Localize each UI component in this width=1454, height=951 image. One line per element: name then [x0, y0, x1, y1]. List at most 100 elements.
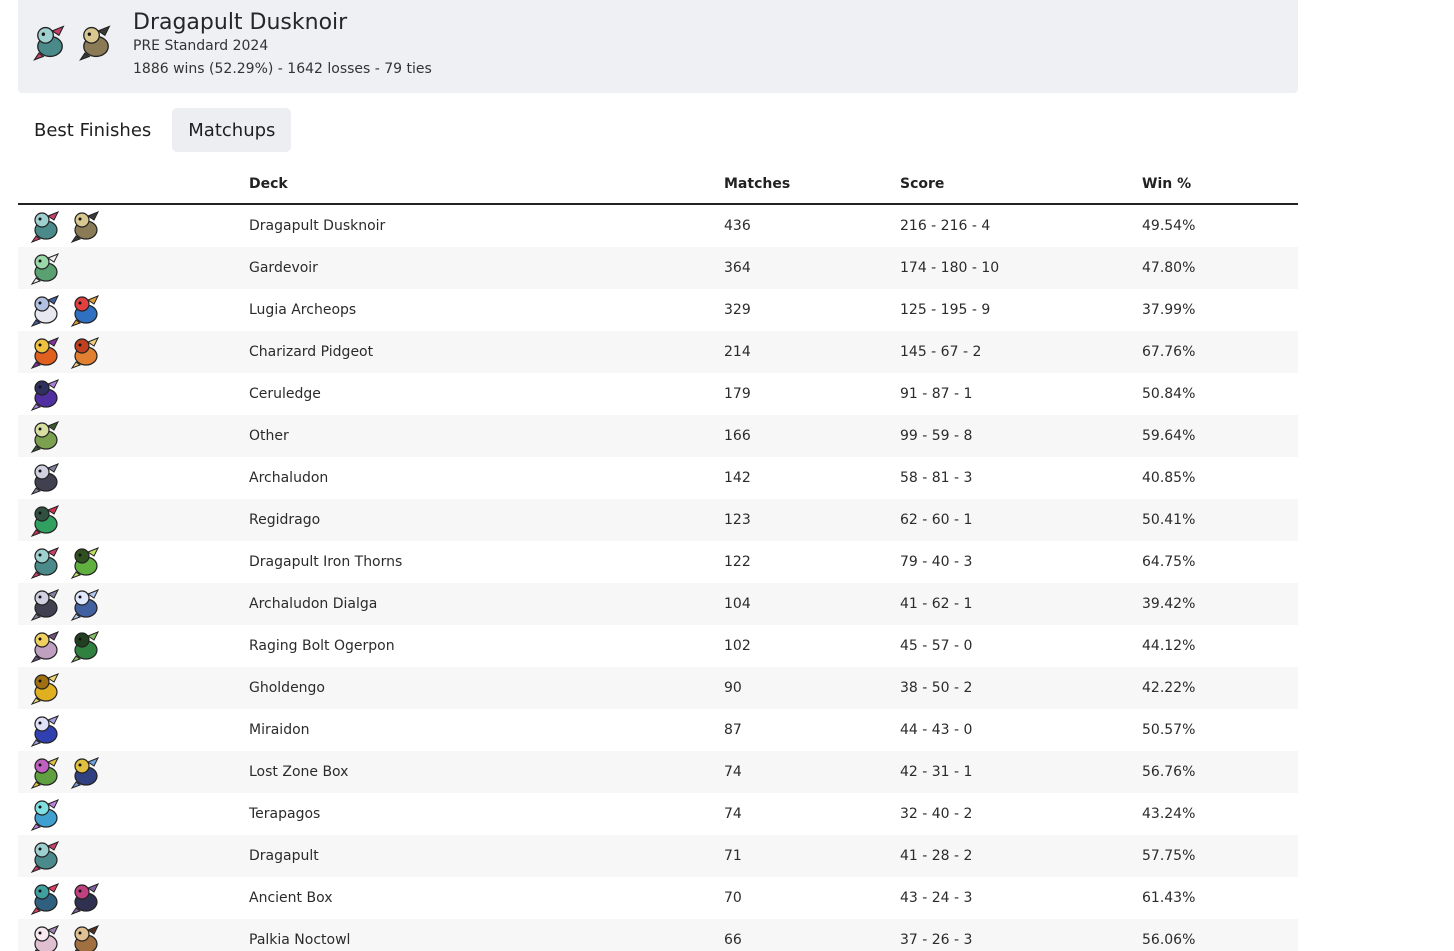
table-row[interactable]: Archaludon 142 58 - 81 - 3 40.85% [18, 457, 1298, 499]
column-header-score[interactable]: Score [900, 163, 1142, 205]
deck-name[interactable]: Dragapult Iron Thorns [249, 541, 724, 583]
archeops-icon [68, 292, 104, 328]
charizard-icon [28, 334, 64, 370]
table-row[interactable]: Miraidon 87 44 - 43 - 0 50.57% [18, 709, 1298, 751]
table-row[interactable]: Dragapult Dusknoir 436 216 - 216 - 4 49.54% [18, 204, 1298, 247]
deck-name[interactable]: Terapagos [249, 793, 724, 835]
table-row[interactable]: Charizard Pidgeot 214 145 - 67 - 2 67.76% [18, 331, 1298, 373]
terapagos-icon [28, 796, 64, 832]
matches-count: 329 [724, 302, 751, 318]
deck-name[interactable]: Miraidon [249, 709, 724, 751]
comfey-icon [28, 754, 64, 790]
table-row[interactable]: Archaludon Dialga 104 41 - 62 - 1 39.42% [18, 583, 1298, 625]
deck-icons-cell [18, 541, 249, 583]
deck-name[interactable]: Charizard Pidgeot [249, 331, 724, 373]
score: 44 - 43 - 0 [900, 722, 973, 738]
deck-name[interactable]: Dragapult Dusknoir [249, 204, 724, 247]
deck-name[interactable]: Gardevoir [249, 247, 724, 289]
sableye-icon [68, 754, 104, 790]
deck-name[interactable]: Lost Zone Box [249, 751, 724, 793]
tab-matchups[interactable]: Matchups [172, 108, 292, 152]
deck-header: Dragapult Dusknoir PRE Standard 2024 188… [18, 0, 1298, 93]
dragapult-icon [28, 208, 64, 244]
deck-name[interactable]: Archaludon [249, 457, 724, 499]
deck-icons-cell [18, 751, 249, 793]
page-title: Dragapult Dusknoir [133, 10, 348, 35]
deck-name[interactable]: Dragapult [249, 835, 724, 877]
table-body: Dragapult Dusknoir 436 216 - 216 - 4 49.54%… [18, 204, 1298, 951]
deck-icons-cell [18, 919, 249, 951]
deck-name[interactable]: Other [249, 415, 724, 457]
win-percent: 47.80% [1142, 247, 1298, 289]
score: 79 - 40 - 3 [900, 554, 973, 570]
win-percent: 50.84% [1142, 386, 1196, 402]
win-percent: 56.06% [1142, 919, 1298, 951]
table-row[interactable]: Gardevoir 364 174 - 180 - 10 47.80% [18, 247, 1298, 289]
win-percent: 49.54% [1142, 218, 1196, 234]
matchups-table: Deck Matches Score Win % Dragapult Duskn… [18, 163, 1298, 951]
score: 41 - 28 - 2 [900, 835, 1142, 877]
table-row[interactable]: Lost Zone Box 74 42 - 31 - 1 56.76% [18, 751, 1298, 793]
table-row[interactable]: Terapagos 74 32 - 40 - 2 43.24% [18, 793, 1298, 835]
deck-name[interactable]: Lugia Archeops [249, 289, 724, 331]
column-header-matches[interactable]: Matches [724, 163, 900, 205]
deck-name[interactable]: Ceruledge [249, 373, 724, 415]
palkia-icon [28, 922, 64, 951]
dusknoir-icon [68, 208, 104, 244]
tab-best-finishes[interactable]: Best Finishes [18, 108, 167, 152]
score: 174 - 180 - 10 [900, 247, 1142, 289]
table-row[interactable]: Dragapult Iron Thorns 122 79 - 40 - 3 64.75… [18, 541, 1298, 583]
regidrago-icon [28, 502, 64, 538]
deck-name[interactable]: Gholdengo [249, 667, 724, 709]
table-row[interactable]: Dragapult 71 41 - 28 - 2 57.75% [18, 835, 1298, 877]
table-row[interactable]: Regidrago 123 62 - 60 - 1 50.41% [18, 499, 1298, 541]
matches-count: 87 [724, 722, 742, 738]
deck-name[interactable]: Archaludon Dialga [249, 583, 724, 625]
deck-name[interactable]: Raging Bolt Ogerpon [249, 625, 724, 667]
deck-icons-cell [18, 793, 249, 835]
win-percent: 37.99% [1142, 302, 1196, 318]
matches-count: 142 [724, 470, 751, 486]
archaludon-icon [28, 460, 64, 496]
win-percent: 61.43% [1142, 890, 1196, 906]
score: 91 - 87 - 1 [900, 386, 973, 402]
win-percent: 64.75% [1142, 554, 1196, 570]
matches-count: 71 [724, 835, 900, 877]
score: 145 - 67 - 2 [900, 331, 1142, 373]
matches-count: 166 [724, 415, 900, 457]
deck-icons-cell [18, 204, 249, 247]
gholdengo-icon [28, 670, 64, 706]
score: 32 - 40 - 2 [900, 806, 973, 822]
deck-name[interactable]: Palkia Noctowl [249, 919, 724, 951]
dialga-icon [68, 586, 104, 622]
table-row[interactable]: Ceruledge 179 91 - 87 - 1 50.84% [18, 373, 1298, 415]
table-row[interactable]: Lugia Archeops 329 125 - 195 - 9 37.99% [18, 289, 1298, 331]
table-row[interactable]: Gholdengo 90 38 - 50 - 2 42.22% [18, 667, 1298, 709]
table-row[interactable]: Other 166 99 - 59 - 8 59.64% [18, 415, 1298, 457]
deck-icons-cell [18, 247, 249, 289]
matches-count: 179 [724, 386, 751, 402]
table-row[interactable]: Ancient Box 70 43 - 24 - 3 61.43% [18, 877, 1298, 919]
score: 42 - 31 - 1 [900, 751, 1142, 793]
deck-name[interactable]: Regidrago [249, 499, 724, 541]
deck-icons-cell [18, 457, 249, 499]
column-header-win-percent[interactable]: Win % [1142, 163, 1298, 205]
score: 43 - 24 - 3 [900, 890, 973, 906]
table-row[interactable]: Raging Bolt Ogerpon 102 45 - 57 - 0 44.12% [18, 625, 1298, 667]
deck-icons-cell [18, 667, 249, 709]
column-header-deck[interactable]: Deck [249, 163, 724, 205]
matches-count: 364 [724, 247, 900, 289]
deck-icons [30, 22, 116, 62]
table-row[interactable]: Palkia Noctowl 66 37 - 26 - 3 56.06% [18, 919, 1298, 951]
win-percent: 56.76% [1142, 751, 1298, 793]
dragapult-icon [28, 544, 64, 580]
deck-name[interactable]: Ancient Box [249, 877, 724, 919]
lugia-icon [28, 292, 64, 328]
win-percent: 44.12% [1142, 638, 1196, 654]
score: 125 - 195 - 9 [900, 302, 991, 318]
ceruledge-icon [28, 376, 64, 412]
win-percent: 59.64% [1142, 415, 1298, 457]
deck-icons-cell [18, 625, 249, 667]
iron-thorns-icon [68, 544, 104, 580]
matches-count: 90 [724, 667, 900, 709]
